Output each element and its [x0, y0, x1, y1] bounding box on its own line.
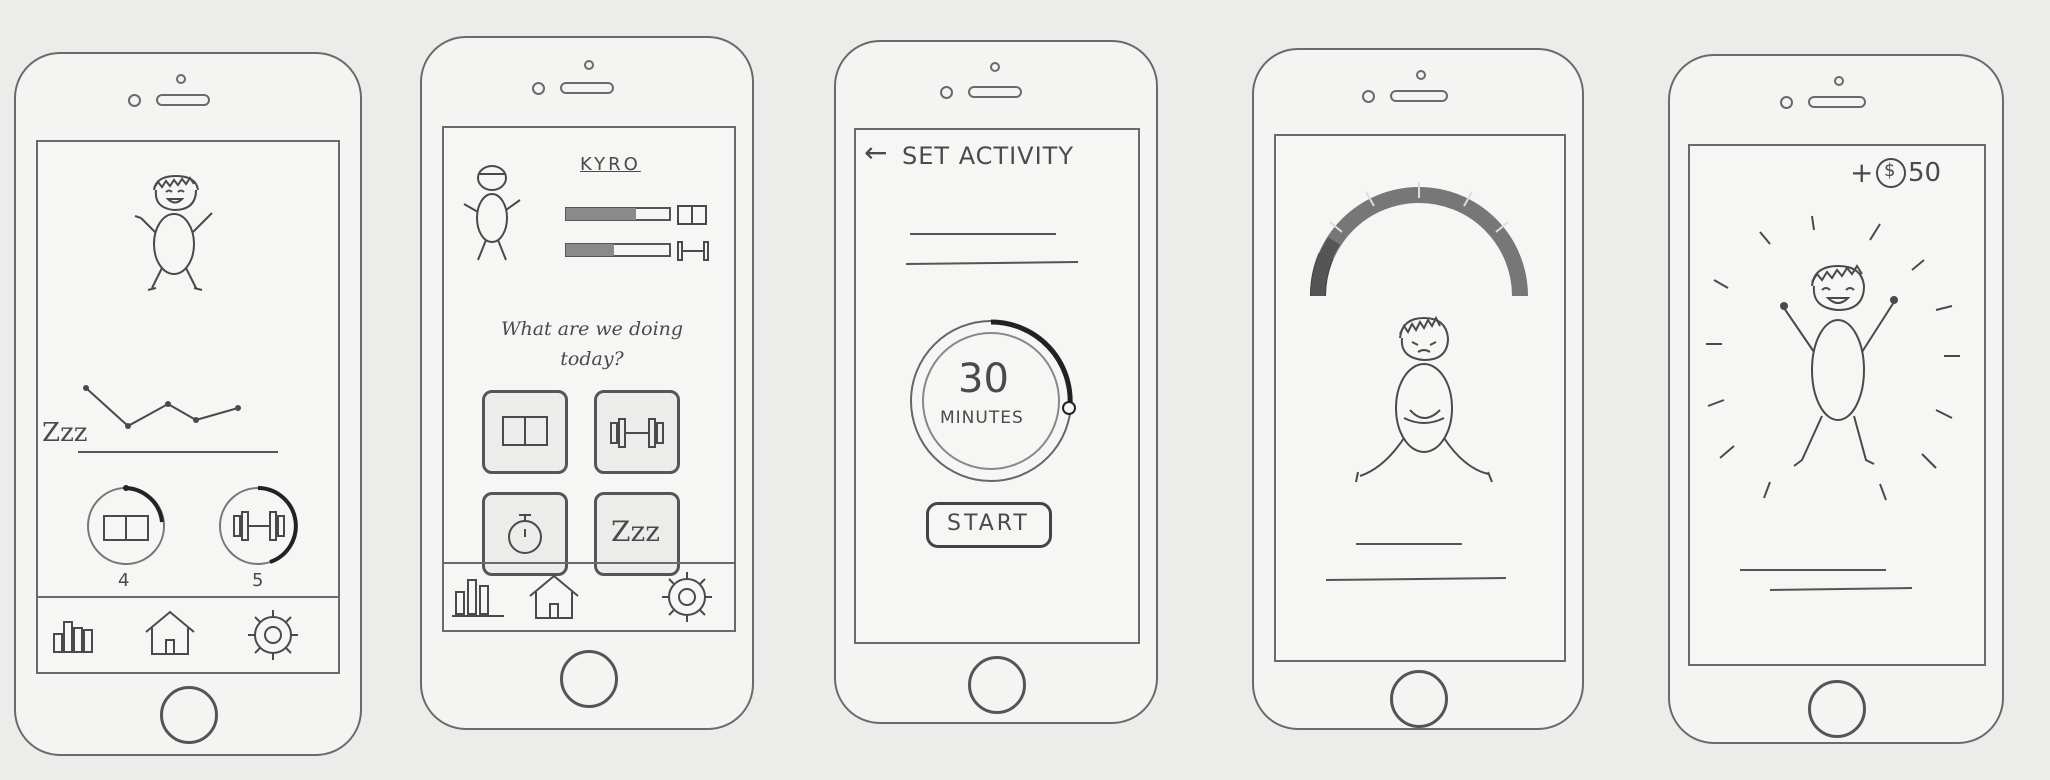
character-avatar-icon: [463, 165, 521, 261]
dumbbell-icon: [677, 241, 709, 261]
phone-frame: ← SET ACTIVITY 30 MINUTES START: [834, 40, 1158, 724]
home-icon[interactable]: [526, 572, 582, 622]
phone-screen: Zzz 4 5: [36, 140, 340, 674]
session-progress-arc: [1309, 182, 1528, 297]
book-count: 4: [118, 570, 130, 591]
sleep-trend-chart: [78, 385, 278, 453]
home-button[interactable]: [1808, 680, 1866, 738]
home-button[interactable]: [160, 686, 218, 744]
sensor-dot: [1416, 70, 1426, 80]
back-arrow-icon[interactable]: ←: [864, 136, 887, 169]
home-button[interactable]: [968, 656, 1026, 714]
gear-icon[interactable]: [244, 606, 302, 664]
gym-progress-ring[interactable]: [214, 482, 304, 572]
gear-icon[interactable]: [658, 568, 716, 626]
coin-icon: $: [1876, 158, 1906, 188]
sleep-icon: Zzz: [611, 515, 660, 548]
camera-dot: [1780, 96, 1793, 109]
sensor-dot: [584, 60, 594, 70]
coin-reward: + $ 50: [1850, 156, 1980, 190]
reward-amount: 50: [1908, 158, 1942, 188]
set-activity-title: SET ACTIVITY: [902, 142, 1074, 170]
bar-chart-icon[interactable]: [450, 574, 506, 618]
sensor-dot: [990, 62, 1000, 72]
book-icon: [502, 416, 548, 446]
phone-frame: KYRO What are we doing today? Zzz: [420, 36, 754, 730]
duration-unit: MINUTES: [940, 408, 1024, 428]
gym-count: 5: [252, 570, 264, 591]
book-icon: [677, 205, 707, 225]
happy-character-icon: [134, 174, 213, 291]
dumbbell-icon: [233, 511, 285, 541]
fitness-stat-bar: [565, 241, 709, 261]
phone-screen: KYRO What are we doing today? Zzz: [442, 126, 736, 632]
bottom-nav: [444, 562, 734, 630]
book-icon: [103, 515, 149, 541]
speaker-slot: [1808, 96, 1866, 108]
phone-frame: Zzz 4 5: [14, 52, 362, 756]
home-button[interactable]: [1390, 670, 1448, 728]
camera-dot: [532, 82, 545, 95]
activity-name-lines: [905, 233, 1079, 265]
activity-prompt: What are we doing today?: [500, 318, 684, 370]
sketch-panel-activity-picker: KYRO What are we doing today? Zzz: [378, 0, 754, 780]
speaker-slot: [560, 82, 614, 94]
sketch-panel-reward: + $ 50: [1606, 0, 2050, 780]
activity-gym-button[interactable]: [594, 390, 680, 474]
book-progress-ring[interactable]: [82, 482, 172, 572]
activity-reading-button[interactable]: [482, 390, 568, 474]
camera-dot: [128, 94, 141, 107]
start-label: START: [947, 511, 1030, 536]
phone-screen: [1274, 134, 1566, 662]
phone-frame: [1252, 48, 1584, 730]
reward-plus: +: [1850, 156, 1874, 189]
sketch-panel-home: Zzz 4 5: [0, 0, 378, 780]
speaker-slot: [156, 94, 210, 106]
camera-dot: [1362, 90, 1375, 103]
reading-stat-bar: [565, 205, 707, 225]
cheering-character-icon: [1780, 264, 1898, 467]
sleep-label: Zzz: [42, 418, 88, 448]
home-icon[interactable]: [142, 608, 198, 658]
speaker-slot: [1390, 90, 1448, 102]
speaker-slot: [968, 86, 1022, 98]
session-info-lines: [1325, 543, 1507, 581]
sensor-dot: [1834, 76, 1844, 86]
start-button[interactable]: START: [926, 502, 1052, 548]
bottom-nav: [38, 596, 338, 672]
reward-info-lines: [1740, 569, 1913, 591]
sketch-panel-set-activity: ← SET ACTIVITY 30 MINUTES START: [754, 0, 1174, 780]
currency-symbol: $: [1884, 160, 1896, 181]
sketch-panel-in-progress: [1174, 0, 1606, 780]
timer-icon: [508, 514, 542, 554]
exercising-character-icon: [1355, 315, 1493, 483]
character-name: KYRO: [580, 154, 641, 175]
duration-value: 30: [958, 356, 1009, 402]
sensor-dot: [176, 74, 186, 84]
phone-screen: ← SET ACTIVITY 30 MINUTES START: [854, 128, 1140, 644]
bar-chart-icon[interactable]: [52, 614, 96, 654]
camera-dot: [940, 86, 953, 99]
phone-screen: + $ 50: [1688, 144, 1986, 666]
phone-frame: + $ 50: [1668, 54, 2004, 744]
dumbbell-icon: [610, 418, 664, 448]
home-button[interactable]: [560, 650, 618, 708]
